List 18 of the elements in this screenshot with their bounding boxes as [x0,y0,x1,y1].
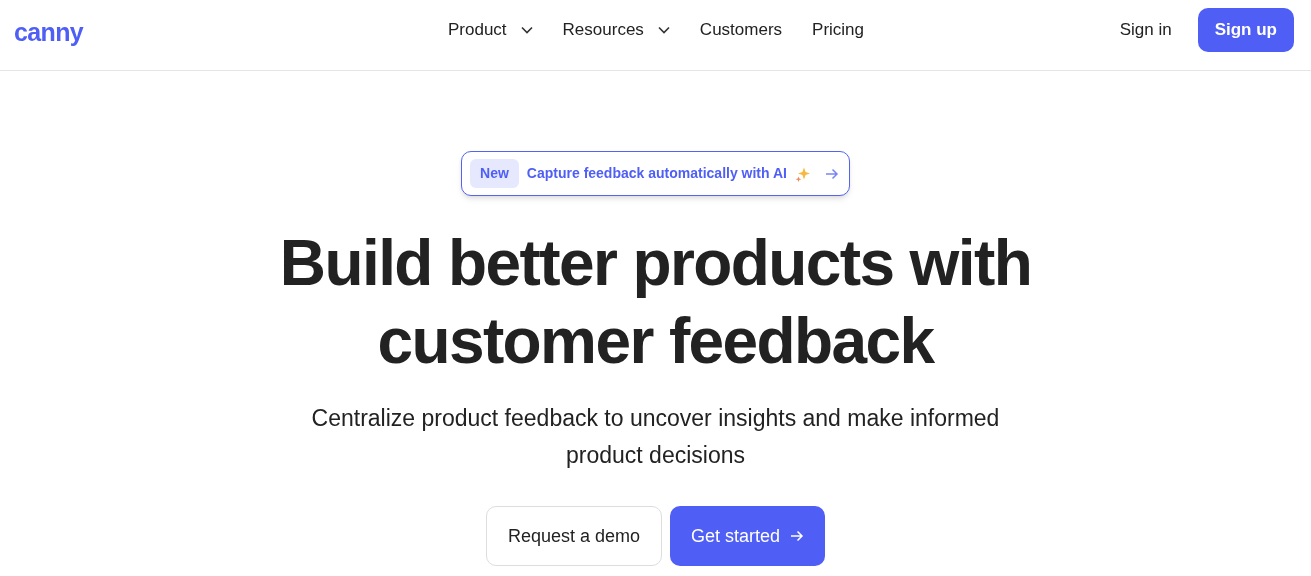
nav-menu[interactable]: Resources [562,17,670,43]
nav-menu[interactable]: Product [448,17,533,43]
subtitle: Centralize product feedback to uncover insights and make informed product decisions [310,404,1001,470]
arrow-right-icon [790,530,805,542]
arrow-right-icon [824,167,839,180]
get-started-button[interactable]: Get started [670,506,826,566]
new-badge: New [470,159,519,188]
sign-in-link[interactable]: Sign in [1119,17,1172,43]
announcement-banner[interactable]: New Capture feedback automatically with AI [461,151,850,196]
logo[interactable]: canny [14,14,84,52]
nav-link[interactable]: Pricing [812,17,864,43]
nav-link[interactable]: Customers [699,17,783,43]
announcement-text: Capture feedback automatically with AI [526,164,787,183]
chevron-down-icon [520,26,533,34]
chevron-down-icon [657,26,670,34]
sign-up-button[interactable]: Sign up [1197,8,1294,52]
request-demo-button[interactable]: Request a demo [485,506,662,566]
headline: Build better products with customer feedback [278,226,1033,379]
